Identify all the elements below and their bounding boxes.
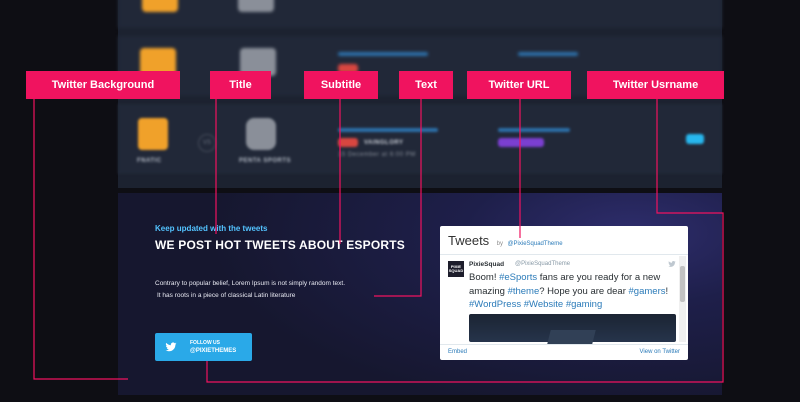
match-row: FNATIC VS PENTA SPORTS VAINGLORY 15 Dece… xyxy=(118,104,722,174)
team-logo xyxy=(246,118,276,150)
hashtag-link[interactable]: #gaming xyxy=(566,299,602,310)
section-text-line: Contrary to popular belief, Lorem Ipsum … xyxy=(155,280,346,287)
team-logo xyxy=(238,0,274,12)
annotation-label-title: Title xyxy=(210,71,271,99)
match-title xyxy=(338,128,438,132)
team-logo xyxy=(142,0,178,12)
hashtag-link[interactable]: #gamers xyxy=(629,286,666,297)
game-badge: VAINGLORY xyxy=(364,140,404,146)
section-text: Contrary to popular belief, Lorem Ipsum … xyxy=(155,278,395,302)
annotation-line-background xyxy=(33,99,128,380)
tweet-text-part: Boom! xyxy=(469,272,500,283)
tweets-widget: Tweets by @PixieSquadTheme PIXIE SQUAD P… xyxy=(440,226,688,360)
match-title xyxy=(338,52,428,56)
tournament-badge xyxy=(498,138,544,147)
divider xyxy=(440,344,688,345)
section-title: WE POST HOT TWEETS ABOUT ESPORTS xyxy=(155,238,405,252)
tweet-media[interactable] xyxy=(469,314,676,342)
team-logo xyxy=(138,118,168,150)
stream-link xyxy=(518,52,578,56)
scrollbar-thumb[interactable] xyxy=(680,266,685,302)
tweet-text: Boom! #eSports fans are you ready for a … xyxy=(469,271,677,312)
tweet-text-part: ? Hope you are dear xyxy=(539,285,629,297)
twitter-section: Keep updated with the tweets WE POST HOT… xyxy=(118,193,722,395)
hashtag-link[interactable]: #theme xyxy=(508,286,540,297)
embed-link[interactable]: Embed xyxy=(448,349,467,355)
follow-label: FOLLOW US xyxy=(190,340,220,346)
annotation-label-subtitle: Subtitle xyxy=(304,71,378,99)
hashtag-link[interactable]: #Website xyxy=(524,299,563,310)
annotation-label-twitter-username: Twitter Usrname xyxy=(587,71,724,99)
annotation-label-text: Text xyxy=(399,71,453,99)
tweet-text-part: ! xyxy=(665,285,669,297)
section-text-line: It has roots in a piece of classical Lat… xyxy=(157,292,296,299)
hashtag-link[interactable]: #eSports xyxy=(499,272,537,283)
match-row xyxy=(118,0,722,28)
team-name: PENTA SPORTS xyxy=(239,158,292,164)
view-on-twitter-link[interactable]: View on Twitter xyxy=(640,349,680,355)
tweet-author-name[interactable]: PixieSquad xyxy=(469,261,504,268)
twitter-bird-icon xyxy=(165,342,177,352)
vs-badge: VS xyxy=(198,134,216,152)
widget-handle-link[interactable]: @PixieSquadTheme xyxy=(507,241,562,247)
widget-by: by xyxy=(496,241,503,247)
live-badge xyxy=(338,138,358,147)
section-subtitle: Keep updated with the tweets xyxy=(155,224,268,233)
watch-button xyxy=(686,134,704,144)
divider xyxy=(440,254,688,255)
team-name: FNATIC xyxy=(137,158,162,164)
follow-us-button[interactable]: FOLLOW US @PIXIETHEMES xyxy=(155,333,252,361)
avatar[interactable]: PIXIE SQUAD xyxy=(448,261,464,277)
hashtag-link[interactable]: #WordPress xyxy=(469,299,521,310)
twitter-bird-icon[interactable] xyxy=(668,260,676,268)
annotation-label-twitter-background: Twitter Background xyxy=(26,71,180,99)
follow-handle: @PIXIETHEMES xyxy=(190,348,237,354)
tweet-author-handle[interactable]: @PixieSquadTheme xyxy=(515,261,570,267)
widget-title: Tweets xyxy=(448,233,490,248)
annotation-label-twitter-url: Twitter URL xyxy=(467,71,571,99)
stream-link xyxy=(498,128,570,132)
match-date: 15 December at 6:00 PM xyxy=(338,152,416,158)
widget-header: Tweets by @PixieSquadTheme xyxy=(448,232,563,248)
